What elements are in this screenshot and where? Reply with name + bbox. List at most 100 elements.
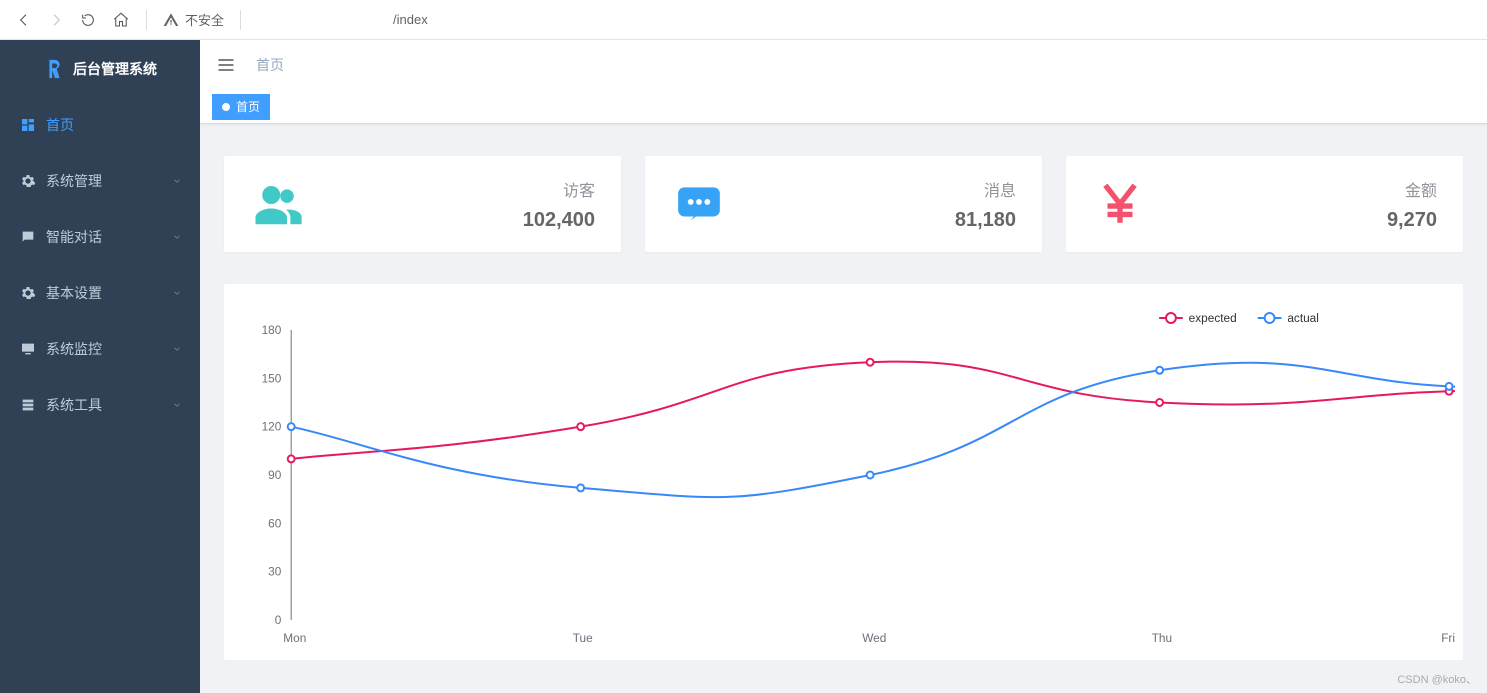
- gear-icon: [20, 173, 36, 189]
- data-point: [1156, 399, 1163, 406]
- card-label: 金额: [1387, 177, 1437, 201]
- dashboard-icon: [20, 117, 36, 133]
- data-point: [1446, 383, 1453, 390]
- url-display[interactable]: /index: [269, 12, 428, 27]
- people-icon: [251, 177, 305, 231]
- hamburger-icon[interactable]: [216, 55, 236, 75]
- y-tick-label: 30: [268, 565, 282, 579]
- x-tick-label: Mon: [283, 631, 306, 645]
- nav-arrow-group: [8, 11, 130, 29]
- message-icon: [674, 179, 724, 229]
- tags-view: 首页: [200, 90, 1487, 124]
- topbar: 首页: [200, 40, 1487, 90]
- content: 访客 102,400 消息 81,180 金额 9,270 0 30 60 90 120 150 18…: [200, 124, 1487, 693]
- app-root: 后台管理系统 首页系统管理智能对话基本设置系统监控系统工具 首页 首页 访客 10…: [0, 40, 1487, 693]
- card-meta: 访客 102,400: [523, 177, 595, 232]
- y-tick-label: 120: [262, 420, 282, 434]
- card-value: 9,270: [1387, 209, 1437, 232]
- insecure-label: 不安全: [185, 10, 224, 29]
- warning-icon: [163, 12, 179, 28]
- active-dot-icon: [222, 103, 230, 111]
- chevron-down-icon: [172, 400, 182, 410]
- x-tick-label: Wed: [862, 631, 886, 645]
- x-tick-label: Tue: [573, 631, 593, 645]
- watermark: CSDN @koko、: [1397, 671, 1477, 687]
- card-meta: 消息 81,180: [955, 177, 1016, 232]
- reload-icon[interactable]: [80, 12, 96, 28]
- monitor-icon: [20, 341, 36, 357]
- stat-card-2[interactable]: 金额 9,270: [1066, 156, 1463, 252]
- chevron-down-icon: [172, 176, 182, 186]
- legend-label: actual: [1287, 311, 1319, 325]
- stat-card-1[interactable]: 消息 81,180: [645, 156, 1042, 252]
- browser-toolbar: 不安全 /index: [0, 0, 1487, 40]
- y-tick-label: 0: [275, 613, 282, 627]
- sidebar-item-label: 系统监控: [46, 339, 102, 359]
- y-tick-label: 150: [262, 371, 282, 385]
- sidebar-item-label: 智能对话: [46, 227, 102, 247]
- card-value: 102,400: [523, 209, 595, 232]
- legend-item-actual[interactable]: actual: [1258, 311, 1319, 325]
- tab-label: 首页: [236, 98, 260, 115]
- brand-title: 后台管理系统: [73, 59, 157, 79]
- data-point: [288, 455, 295, 462]
- chevron-down-icon: [172, 344, 182, 354]
- security-warning[interactable]: 不安全: [163, 10, 224, 29]
- card-icon-wrap: [671, 176, 727, 232]
- yen-icon: [1095, 179, 1145, 229]
- sidebar-item-2[interactable]: 智能对话: [0, 209, 200, 265]
- chart-panel: 0 30 60 90 120 150 180 Mon Tue Wed Thu Fri expected a…: [224, 284, 1463, 660]
- logo-icon: [43, 58, 65, 80]
- tab-home[interactable]: 首页: [212, 94, 270, 120]
- series-line-expected: [291, 362, 1455, 459]
- data-point: [577, 423, 584, 430]
- sidebar-item-3[interactable]: 基本设置: [0, 265, 200, 321]
- chevron-down-icon: [172, 288, 182, 298]
- y-tick-label: 60: [268, 516, 282, 530]
- data-point: [1156, 367, 1163, 374]
- card-value: 81,180: [955, 209, 1016, 232]
- card-icon-wrap: [250, 176, 306, 232]
- divider: [240, 10, 241, 30]
- sidebar-menu: 首页系统管理智能对话基本设置系统监控系统工具: [0, 97, 200, 433]
- forward-icon[interactable]: [48, 12, 64, 28]
- data-point: [867, 359, 874, 366]
- sidebar: 后台管理系统 首页系统管理智能对话基本设置系统监控系统工具: [0, 40, 200, 693]
- tool-icon: [20, 397, 36, 413]
- sidebar-item-label: 系统管理: [46, 171, 102, 191]
- url-path: /index: [393, 12, 428, 27]
- x-tick-label: Fri: [1441, 631, 1455, 645]
- stat-cards-row: 访客 102,400 消息 81,180 金额 9,270: [224, 156, 1463, 252]
- data-point: [867, 472, 874, 479]
- home-icon[interactable]: [112, 11, 130, 29]
- main: 首页 首页 访客 102,400 消息 81,180 金额 9,270 0 30 60 90 12…: [200, 40, 1487, 693]
- x-tick-label: Thu: [1152, 631, 1172, 645]
- y-tick-label: 90: [268, 468, 282, 482]
- sidebar-item-1[interactable]: 系统管理: [0, 153, 200, 209]
- card-meta: 金额 9,270: [1387, 177, 1437, 232]
- sidebar-item-label: 系统工具: [46, 395, 102, 415]
- sidebar-item-0[interactable]: 首页: [0, 97, 200, 153]
- data-point: [288, 423, 295, 430]
- legend-item-expected[interactable]: expected: [1159, 311, 1237, 325]
- line-chart: 0 30 60 90 120 150 180 Mon Tue Wed Thu Fri expected a…: [232, 300, 1455, 660]
- sidebar-item-4[interactable]: 系统监控: [0, 321, 200, 377]
- brand[interactable]: 后台管理系统: [0, 40, 200, 97]
- breadcrumb[interactable]: 首页: [256, 55, 284, 75]
- card-label: 消息: [955, 177, 1016, 201]
- sidebar-item-label: 基本设置: [46, 283, 102, 303]
- sidebar-item-5[interactable]: 系统工具: [0, 377, 200, 433]
- url-redacted: [269, 14, 389, 26]
- stat-card-0[interactable]: 访客 102,400: [224, 156, 621, 252]
- chat-icon: [20, 229, 36, 245]
- y-tick-label: 180: [262, 323, 282, 337]
- back-icon[interactable]: [16, 12, 32, 28]
- legend-label: expected: [1189, 311, 1237, 325]
- card-icon-wrap: [1092, 176, 1148, 232]
- divider: [146, 10, 147, 30]
- card-label: 访客: [523, 177, 595, 201]
- chevron-down-icon: [172, 232, 182, 242]
- sidebar-item-label: 首页: [46, 115, 74, 135]
- gear-icon: [20, 285, 36, 301]
- data-point: [577, 484, 584, 491]
